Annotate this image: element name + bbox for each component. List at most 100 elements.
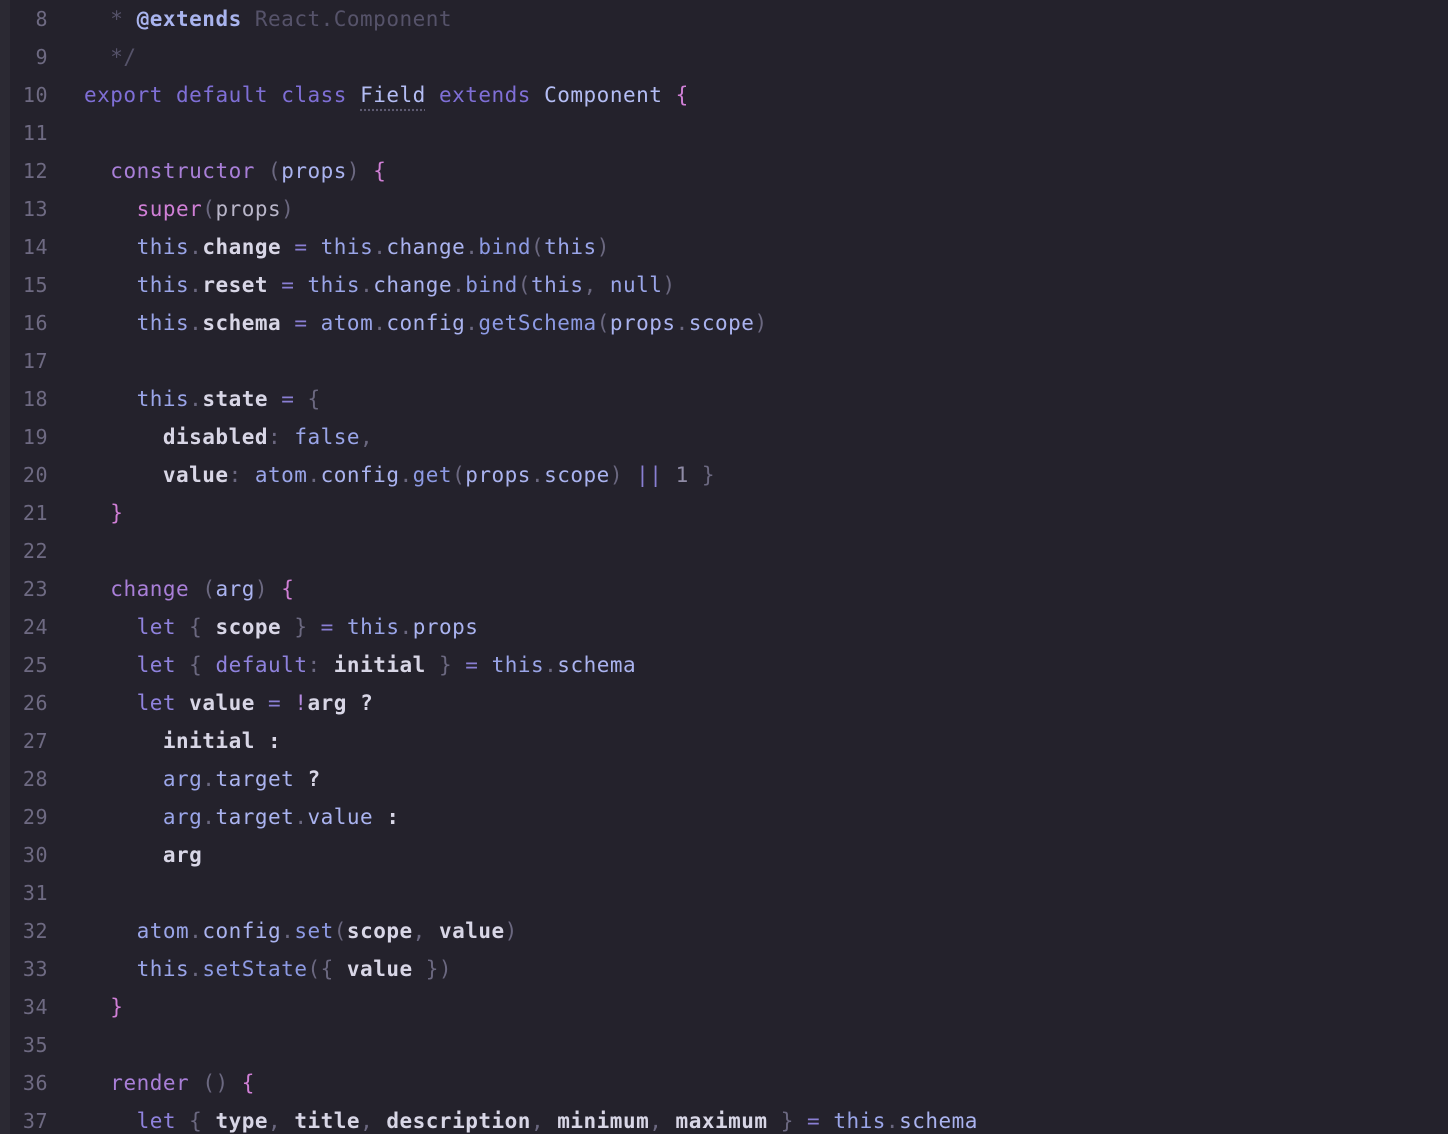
code-token: React.Component bbox=[241, 7, 453, 31]
code-token: arg bbox=[307, 691, 347, 715]
code-token: , bbox=[360, 1109, 387, 1133]
code-line[interactable]: 31 bbox=[0, 874, 1448, 912]
code-token: value bbox=[189, 691, 255, 715]
code-token: scope bbox=[215, 615, 282, 639]
code-token: render bbox=[110, 1071, 190, 1095]
line-number: 13 bbox=[22, 197, 48, 221]
code-line[interactable]: 28 arg.target ? bbox=[0, 760, 1448, 798]
code-token: set bbox=[294, 919, 334, 943]
code-line[interactable]: 35 bbox=[0, 1026, 1448, 1064]
code-line[interactable]: 8 * @extends React.Component bbox=[0, 0, 1448, 38]
code-token: = bbox=[281, 387, 295, 411]
code-line[interactable]: 26 let value = !arg ? bbox=[0, 684, 1448, 722]
code-token: : bbox=[228, 463, 255, 487]
code-line[interactable]: 37 let { type, title, description, minim… bbox=[0, 1102, 1448, 1134]
code-token: scope bbox=[688, 311, 755, 335]
code-line[interactable]: 34 } bbox=[0, 988, 1448, 1026]
code-token: = bbox=[807, 1109, 821, 1133]
code-line[interactable]: 12 constructor (props) { bbox=[0, 152, 1448, 190]
code-token: value bbox=[346, 957, 413, 981]
code-line[interactable]: 36 render () { bbox=[0, 1064, 1448, 1102]
code-token: } bbox=[110, 995, 124, 1019]
code-token: . bbox=[544, 653, 558, 677]
code-line[interactable]: 21 } bbox=[0, 494, 1448, 532]
code-token: let bbox=[136, 653, 177, 677]
code-line[interactable]: 24 let { scope } = this.props bbox=[0, 608, 1448, 646]
code-token: this bbox=[136, 957, 190, 981]
code-line[interactable]: 14 this.change = this.change.bind(this) bbox=[0, 228, 1448, 266]
code-line[interactable]: 32 atom.config.set(scope, value) bbox=[0, 912, 1448, 950]
line-number: 37 bbox=[22, 1109, 48, 1133]
code-line[interactable]: 15 this.reset = this.change.bind(this, n… bbox=[0, 266, 1448, 304]
code-line-content: this.reset = this.change.bind(this, null… bbox=[84, 266, 676, 304]
code-line[interactable]: 25 let { default: initial } = this.schem… bbox=[0, 646, 1448, 684]
code-editor[interactable]: 8 * @extends React.Component 9 */10 export… bbox=[0, 0, 1448, 1134]
line-number: 29 bbox=[22, 805, 48, 829]
line-number: 36 bbox=[22, 1071, 48, 1095]
code-line[interactable]: 18 this.state = { bbox=[0, 380, 1448, 418]
code-token: props bbox=[465, 463, 531, 487]
code-line[interactable]: 16 this.schema = atom.config.getSchema(p… bbox=[0, 304, 1448, 342]
code-token: ) bbox=[281, 197, 295, 221]
code-token: , bbox=[583, 273, 610, 297]
code-line[interactable]: 19 disabled: false, bbox=[0, 418, 1448, 456]
code-token: maximum bbox=[675, 1109, 768, 1133]
code-token: extends bbox=[438, 83, 531, 107]
code-line[interactable]: 13 super(props) bbox=[0, 190, 1448, 228]
code-token: schema bbox=[202, 311, 282, 335]
code-token: . bbox=[885, 1109, 900, 1133]
code-line[interactable]: 30 arg bbox=[0, 836, 1448, 874]
line-number: 12 bbox=[22, 159, 48, 183]
code-token: bind bbox=[478, 235, 531, 259]
code-token: , bbox=[412, 919, 439, 943]
code-token: ( bbox=[530, 235, 545, 259]
code-token: setState bbox=[202, 957, 308, 981]
code-token: get bbox=[412, 463, 453, 487]
code-token: . bbox=[202, 805, 216, 829]
code-token: this bbox=[136, 387, 190, 411]
code-token: ) bbox=[754, 311, 768, 335]
line-number: 27 bbox=[22, 729, 48, 753]
code-token: atom bbox=[254, 463, 308, 487]
code-line[interactable]: 10 export default class Field extends Com… bbox=[0, 76, 1448, 114]
code-token: this bbox=[136, 311, 190, 335]
code-line[interactable]: 11 bbox=[0, 114, 1448, 152]
code-line[interactable]: 17 bbox=[0, 342, 1448, 380]
line-number: 8 bbox=[35, 7, 48, 31]
code-line[interactable]: 23 change (arg) { bbox=[0, 570, 1448, 608]
code-token: ! bbox=[294, 691, 308, 715]
code-token: scope bbox=[346, 919, 413, 943]
code-token: class bbox=[281, 83, 347, 107]
line-number: 28 bbox=[22, 767, 48, 791]
code-line[interactable]: 9 */ bbox=[0, 38, 1448, 76]
code-token: . bbox=[399, 615, 413, 639]
code-token: atom bbox=[136, 919, 190, 943]
code-token: = bbox=[294, 235, 308, 259]
code-line-content: arg.target.value : bbox=[84, 798, 400, 836]
code-line[interactable]: 29 arg.target.value : bbox=[0, 798, 1448, 836]
code-line[interactable]: 27 initial : bbox=[0, 722, 1448, 760]
code-line-content: arg bbox=[84, 836, 202, 874]
code-line[interactable]: 20 value: atom.config.get(props.scope) |… bbox=[0, 456, 1448, 494]
code-line-content: atom.config.set(scope, value) bbox=[84, 912, 518, 950]
code-line[interactable]: 22 bbox=[0, 532, 1448, 570]
code-line[interactable]: 33 this.setState({ value }) bbox=[0, 950, 1448, 988]
code-token: } bbox=[425, 653, 453, 677]
code-line-content: arg.target ? bbox=[84, 760, 321, 798]
code-token: { bbox=[307, 387, 321, 411]
